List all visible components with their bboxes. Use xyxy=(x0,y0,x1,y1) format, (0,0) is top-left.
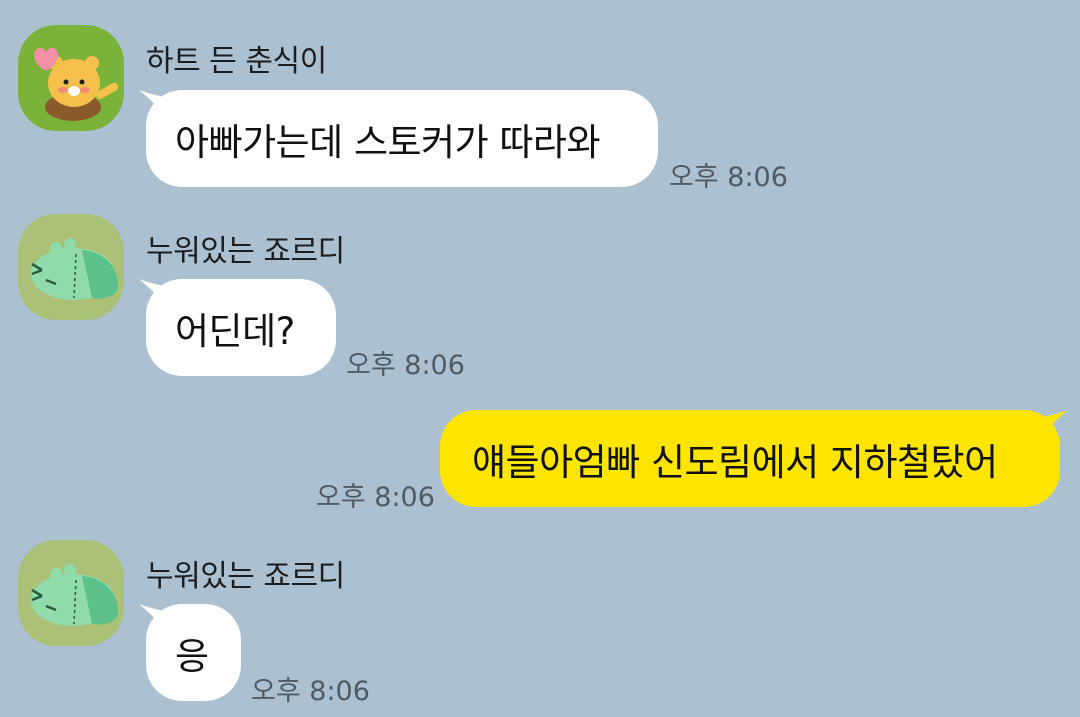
sender-avatar[interactable] xyxy=(18,25,124,131)
message-time: 오후 8:06 xyxy=(669,162,788,193)
message-bubble[interactable]: 어딘데? xyxy=(146,279,336,376)
message-text: 아빠가는데 스토커가 따라와 xyxy=(175,120,601,164)
bubble-tail xyxy=(1040,410,1068,438)
jordy-lying-avatar-icon xyxy=(18,214,124,320)
message-bubble-outgoing[interactable]: 얘들아엄빠 신도림에서 지하철탔어 xyxy=(440,410,1060,507)
message-bubble[interactable]: 응 xyxy=(146,604,241,701)
sender-name: 하트 든 춘식이 xyxy=(146,44,327,79)
message-text: 얘들아엄빠 신도림에서 지하철탔어 xyxy=(472,440,998,484)
message-time: 오후 8:06 xyxy=(346,350,465,381)
choonsik-heart-avatar-icon xyxy=(18,25,124,131)
sender-name: 누워있는 죠르디 xyxy=(146,234,345,269)
message-time: 오후 8:06 xyxy=(316,482,435,513)
message-text: 응 xyxy=(175,634,209,678)
message-time: 오후 8:06 xyxy=(251,676,370,707)
message-bubble[interactable]: 아빠가는데 스토커가 따라와 xyxy=(146,90,658,187)
jordy-lying-avatar-icon xyxy=(18,540,124,646)
sender-name: 누워있는 죠르디 xyxy=(146,559,345,594)
sender-avatar[interactable] xyxy=(18,214,124,320)
sender-avatar[interactable] xyxy=(18,540,124,646)
message-text: 어딘데? xyxy=(175,309,295,353)
